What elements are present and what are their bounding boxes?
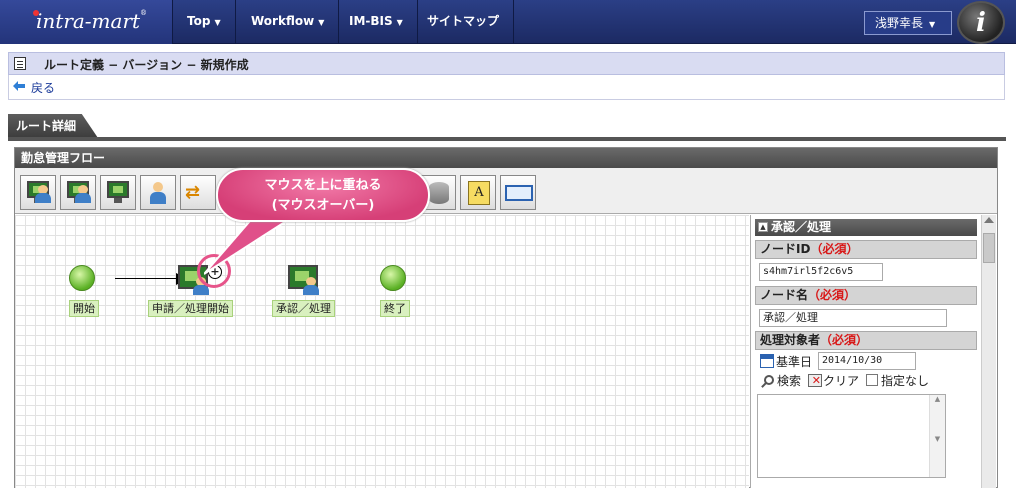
- text-node-tool[interactable]: A: [460, 175, 496, 210]
- search-icon[interactable]: [764, 375, 774, 385]
- back-link[interactable]: 戻る: [31, 79, 55, 96]
- node-name-input[interactable]: 承認／処理: [759, 309, 947, 327]
- callout-line-2: (マウスオーバー): [271, 198, 375, 213]
- application-node-tool[interactable]: [20, 175, 56, 210]
- scroll-thumb[interactable]: [983, 233, 995, 263]
- branch-node-tool[interactable]: ⇄: [180, 175, 216, 210]
- clear-link[interactable]: クリア: [823, 372, 859, 389]
- start-node-icon[interactable]: [69, 265, 95, 291]
- person-icon: [303, 277, 319, 295]
- tab-divider: [8, 137, 1006, 141]
- flow-canvas[interactable]: 開始 + 申請／処理開始 承認／処理 終了: [15, 215, 749, 488]
- monitor-node-tool[interactable]: [100, 175, 136, 210]
- nav-top[interactable]: Top ▼: [173, 0, 236, 44]
- document-icon: [14, 57, 26, 70]
- callout-line-1: マウスを上に重ねる: [264, 178, 382, 193]
- unspecified-label: 指定なし: [881, 374, 930, 388]
- info-icon[interactable]: i: [957, 1, 1005, 44]
- person-node-tool[interactable]: [140, 175, 176, 210]
- chevron-down-icon: ▼: [318, 18, 325, 27]
- target-list-textarea[interactable]: ▲ ▼: [757, 394, 946, 478]
- flow-title: 勤怠管理フロー: [15, 148, 997, 168]
- node-id-input[interactable]: s4hm7irl5f2c6v5: [759, 263, 883, 281]
- property-panel-scrollbar[interactable]: [981, 215, 996, 488]
- target-heading: 処理対象者（必須）: [755, 331, 977, 350]
- node-name-heading: ノード名（必須）: [755, 286, 977, 305]
- clear-icon[interactable]: ✕: [808, 374, 822, 387]
- nav-sitemap[interactable]: サイトマップ: [413, 0, 515, 44]
- base-date-input[interactable]: 2014/10/30: [818, 352, 916, 370]
- approval-node-tool[interactable]: [60, 175, 96, 210]
- node-id-heading: ノードID（必須）: [755, 240, 977, 259]
- approval-node-label: 承認／処理: [272, 300, 335, 317]
- flow-arrow: [115, 278, 177, 279]
- unspecified-checkbox[interactable]: [866, 374, 878, 386]
- intra-mart-logo[interactable]: intra-mart®: [0, 0, 173, 44]
- flow-panel: 勤怠管理フロー ⇄ A 開始 + 申請／処理開始 承認／処理 終了 ▲ 承認／処…: [14, 147, 998, 488]
- page-title-bar: ルート定義 − バージョン − 新規作成: [8, 52, 1005, 75]
- property-panel-title: ▲ 承認／処理: [755, 219, 977, 236]
- nav-im-bis[interactable]: IM-BIS ▼: [335, 0, 418, 44]
- end-node-icon[interactable]: [380, 265, 406, 291]
- end-node-label: 終了: [380, 300, 410, 317]
- chevron-down-icon: ▼: [396, 18, 403, 27]
- flow-toolbar: ⇄ A: [15, 168, 997, 214]
- logo-text: intra-mart®: [36, 9, 148, 33]
- collapse-icon[interactable]: ▲: [758, 222, 768, 232]
- scroll-up-icon[interactable]: [984, 217, 994, 223]
- back-bar: 戻る: [8, 75, 1005, 100]
- back-arrow-icon[interactable]: [13, 81, 25, 91]
- chevron-down-icon: ▼: [214, 18, 221, 27]
- form-node-tool[interactable]: [500, 175, 536, 210]
- tab-route-detail[interactable]: ルート詳細: [8, 114, 98, 138]
- chevron-down-icon: ▼: [929, 20, 936, 29]
- search-link[interactable]: 検索: [777, 372, 801, 389]
- page-title: ルート定義 − バージョン − 新規作成: [44, 58, 249, 72]
- application-node-label: 申請／処理開始: [148, 300, 233, 317]
- user-menu[interactable]: 浅野幸長 ▼: [864, 11, 952, 35]
- node-property-panel: ▲ 承認／処理 ノードID（必須） s4hm7irl5f2c6v5 ノード名（必…: [750, 215, 996, 488]
- nav-workflow[interactable]: Workflow ▼: [237, 0, 340, 44]
- base-date-label: 基準日: [776, 355, 813, 369]
- mouseover-callout: マウスを上に重ねる (マウスオーバー): [216, 168, 430, 222]
- textarea-scrollbar[interactable]: ▲ ▼: [929, 395, 945, 477]
- start-node-label: 開始: [69, 300, 99, 317]
- calendar-icon[interactable]: [760, 354, 774, 368]
- top-navigation-bar: intra-mart® Top ▼ Workflow ▼ IM-BIS ▼ サイトマッ…: [0, 0, 1016, 44]
